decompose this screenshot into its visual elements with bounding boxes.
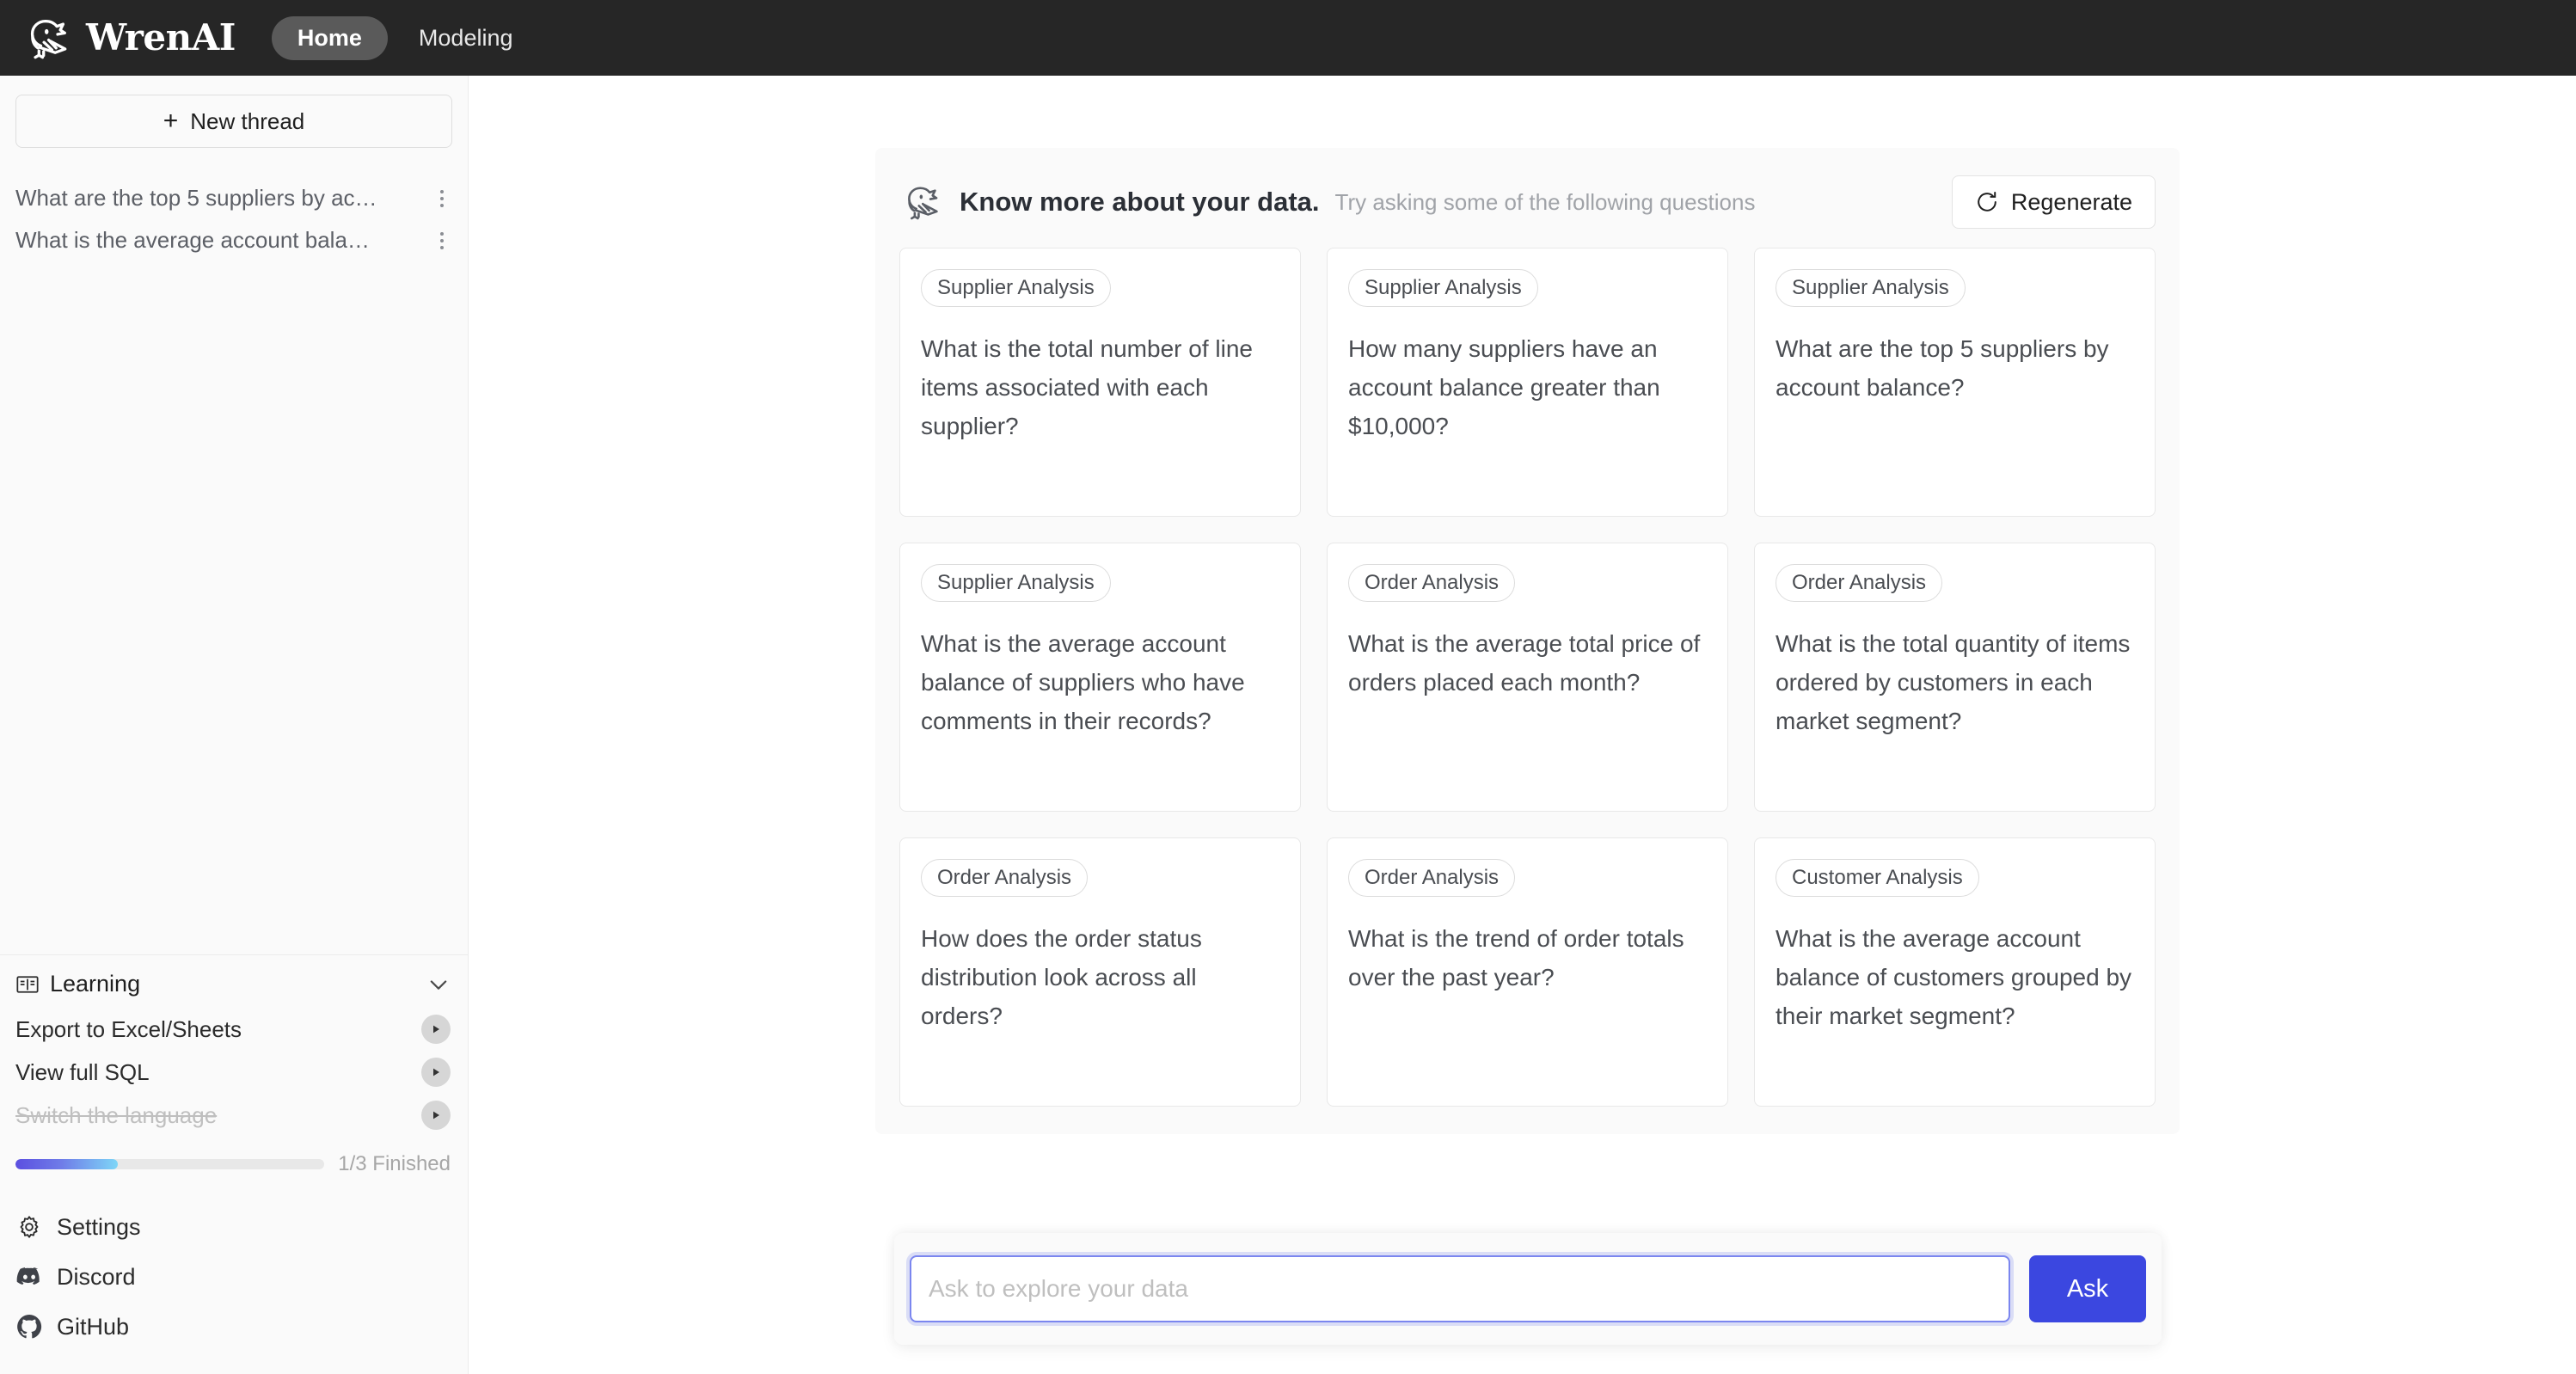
wren-bird-logo-icon — [30, 19, 67, 59]
question-card[interactable]: Customer Analysis What is the average ac… — [1754, 837, 2156, 1107]
question-category-tag: Customer Analysis — [1776, 859, 1979, 897]
question-card-grid: Supplier Analysis What is the total numb… — [899, 248, 2156, 1107]
refresh-icon — [1978, 192, 1996, 212]
panel-title: Know more about your data. — [960, 187, 1320, 217]
progress-label: 1/3 Finished — [338, 1152, 451, 1175]
main-content: Know more about your data. Try asking so… — [469, 76, 2576, 1374]
sidebar-item-discord[interactable]: Discord — [15, 1252, 452, 1302]
question-category-tag: Supplier Analysis — [1348, 269, 1538, 307]
question-category-tag: Supplier Analysis — [1776, 269, 1966, 307]
question-text: What is the average total price of order… — [1348, 629, 1701, 696]
question-card[interactable]: Order Analysis How does the order status… — [899, 837, 1301, 1107]
more-vertical-icon[interactable] — [433, 228, 451, 254]
play-circle-icon[interactable] — [421, 1015, 451, 1044]
discord-icon — [15, 1263, 43, 1291]
question-card[interactable]: Supplier Analysis How many suppliers hav… — [1327, 248, 1728, 517]
gear-icon — [15, 1213, 43, 1241]
book-icon — [16, 975, 39, 993]
brand-name: WrenAI — [86, 16, 236, 58]
sidebar-bottom-nav: Settings Discord GitHub — [0, 1188, 468, 1374]
regenerate-label: Regenerate — [2010, 188, 2132, 215]
learning-section: Learning Export to Excel/Sheets View ful… — [0, 954, 468, 1188]
question-text: What is the trend of order totals over t… — [1348, 924, 1684, 991]
learning-item-label: Export to Excel/Sheets — [15, 1015, 242, 1042]
suggested-questions-panel: Know more about your data. Try asking so… — [875, 148, 2180, 1134]
ask-input-wrapper[interactable] — [910, 1255, 2010, 1322]
panel-header: Know more about your data. Try asking so… — [899, 170, 2156, 248]
top-navigation-bar: WrenAI Home Modeling — [0, 0, 2576, 76]
wren-bird-icon — [908, 187, 938, 220]
learning-item-view-full-sql[interactable]: View full SQL — [15, 1051, 451, 1094]
thread-list: What are the top 5 suppliers by ac… What… — [0, 153, 468, 261]
question-text: How does the order status distribution l… — [921, 924, 1202, 1030]
question-text: How many suppliers have an account balan… — [1348, 334, 1660, 440]
learning-item-label: Switch the language — [15, 1101, 218, 1128]
new-thread-section: + New thread — [0, 76, 468, 153]
sidebar-item-label: Discord — [57, 1263, 136, 1290]
question-card[interactable]: Supplier Analysis What are the top 5 sup… — [1754, 248, 2156, 517]
question-text: What is the average account balance of s… — [921, 629, 1245, 735]
brand[interactable]: WrenAI — [21, 11, 236, 64]
new-thread-label: New thread — [190, 107, 305, 134]
main-nav-tabs: Home Modeling — [271, 15, 539, 60]
sidebar: + New thread What are the top 5 supplier… — [0, 76, 469, 1374]
ask-button[interactable]: Ask — [2029, 1255, 2146, 1322]
chevron-down-icon[interactable] — [426, 972, 451, 997]
panel-subtitle: Try asking some of the following questio… — [1334, 188, 1756, 215]
question-card[interactable]: Supplier Analysis What is the total numb… — [899, 248, 1301, 517]
question-category-tag: Order Analysis — [1776, 564, 1943, 602]
question-card[interactable]: Order Analysis What is the trend of orde… — [1327, 837, 1728, 1107]
question-category-tag: Order Analysis — [1348, 564, 1516, 602]
learning-progress: 1/3 Finished — [15, 1152, 451, 1176]
play-circle-icon[interactable] — [421, 1101, 451, 1130]
question-card[interactable]: Order Analysis What is the total quantit… — [1754, 543, 2156, 812]
question-text: What is the average account balance of c… — [1776, 924, 2132, 1030]
github-icon — [15, 1313, 43, 1340]
learning-item-export-to-excel[interactable]: Export to Excel/Sheets — [15, 1008, 451, 1051]
search-input[interactable] — [929, 1275, 1991, 1303]
question-text: What is the total number of line items a… — [921, 334, 1253, 440]
question-category-tag: Supplier Analysis — [921, 269, 1111, 307]
sidebar-item-settings[interactable]: Settings — [15, 1202, 452, 1252]
tab-modeling[interactable]: Modeling — [393, 16, 539, 60]
sidebar-item-label: GitHub — [57, 1313, 130, 1340]
learning-title: Learning — [50, 971, 141, 997]
sidebar-item-label: Settings — [57, 1213, 141, 1240]
thread-title: What are the top 5 suppliers by ac… — [15, 185, 377, 211]
question-category-tag: Order Analysis — [921, 859, 1089, 897]
sidebar-item-github[interactable]: GitHub — [15, 1302, 452, 1352]
thread-title: What is the average account bala… — [15, 227, 370, 253]
question-text: What is the total quantity of items orde… — [1776, 629, 2131, 735]
learning-item-switch-the-language[interactable]: Switch the language — [15, 1094, 451, 1137]
question-category-tag: Order Analysis — [1348, 859, 1516, 897]
list-item[interactable]: What are the top 5 suppliers by ac… — [0, 177, 468, 219]
learning-item-label: View full SQL — [15, 1058, 150, 1085]
new-thread-button[interactable]: + New thread — [15, 95, 452, 148]
more-vertical-icon[interactable] — [433, 186, 451, 212]
question-category-tag: Supplier Analysis — [921, 564, 1111, 602]
question-card[interactable]: Order Analysis What is the average total… — [1327, 543, 1728, 812]
learning-header-left: Learning — [15, 971, 140, 997]
question-card[interactable]: Supplier Analysis What is the average ac… — [899, 543, 1301, 812]
tab-home[interactable]: Home — [271, 15, 388, 60]
progress-bar-track — [15, 1159, 325, 1169]
plus-icon: + — [163, 107, 179, 135]
ask-bar: Ask — [894, 1233, 2162, 1345]
play-circle-icon[interactable] — [421, 1058, 451, 1087]
learning-header[interactable]: Learning — [15, 971, 451, 997]
regenerate-button[interactable]: Regenerate — [1951, 175, 2156, 229]
progress-bar-fill — [15, 1159, 118, 1169]
question-text: What are the top 5 suppliers by account … — [1776, 334, 2109, 401]
list-item[interactable]: What is the average account bala… — [0, 219, 468, 261]
